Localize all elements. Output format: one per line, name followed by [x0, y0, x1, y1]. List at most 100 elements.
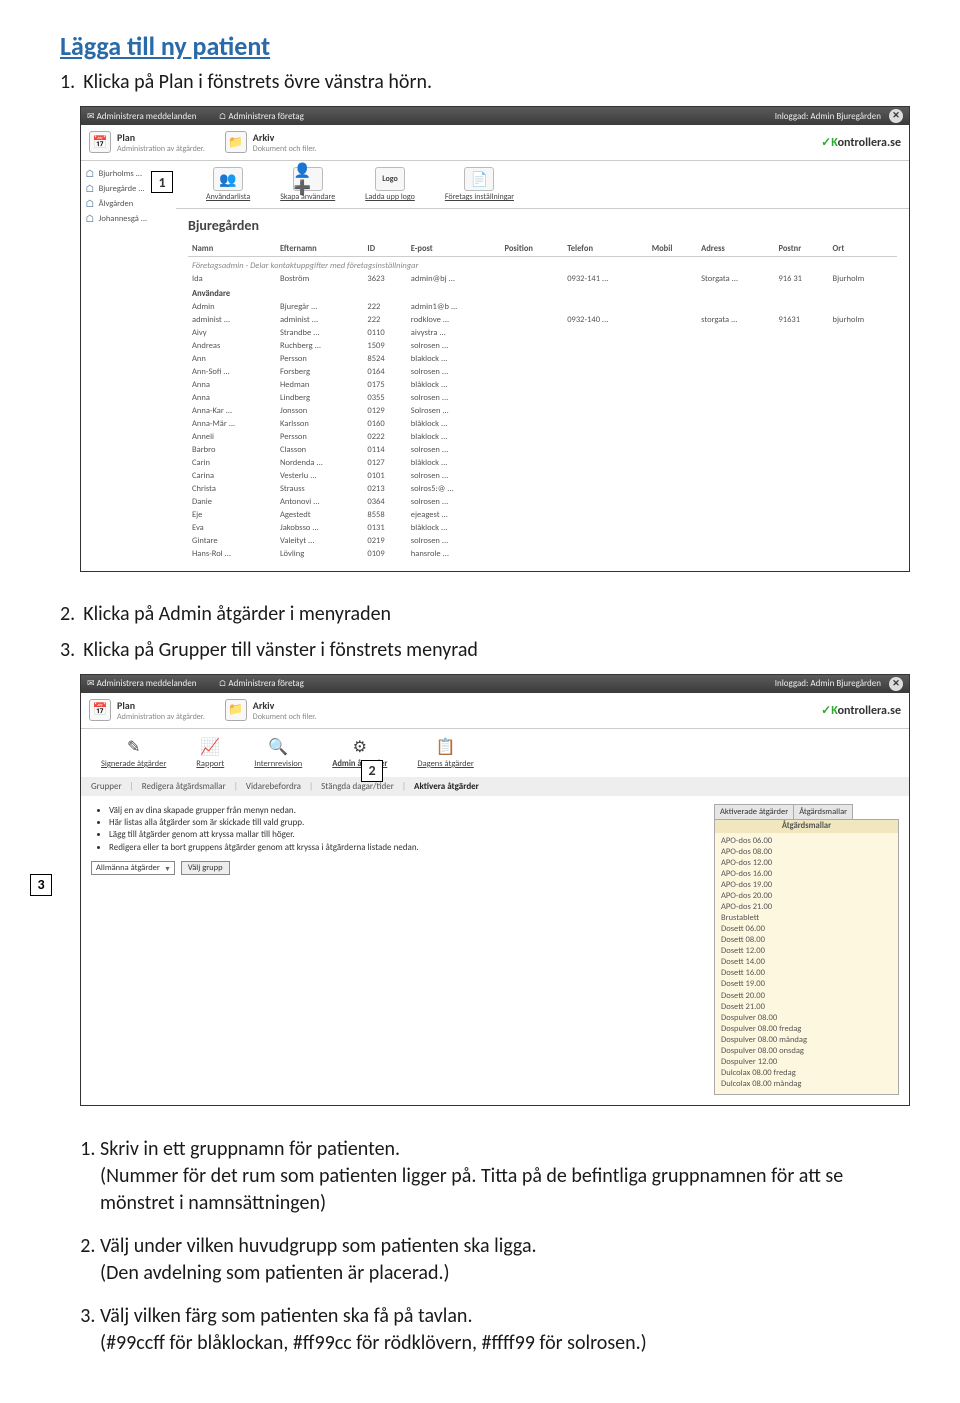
mall-item[interactable]: Dosett 21.00 — [721, 1002, 892, 1013]
mall-item[interactable]: Dulcolax 08.00 fredag — [721, 1068, 892, 1079]
col-header: ID — [363, 242, 406, 257]
mall-item[interactable]: APO-dos 16.00 — [721, 869, 892, 880]
sidebar-item[interactable]: ⌂Älvgården — [85, 197, 172, 210]
table-row[interactable]: CarinaVesterlu ...0101solrosen ... — [188, 470, 897, 483]
col-header: Mobil — [648, 242, 697, 257]
mall-item[interactable]: Dosett 19.00 — [721, 979, 892, 990]
topbar-logged-in: Inloggad: Admin Bjuregården — [775, 678, 881, 689]
mall-item[interactable]: Dospulver 12.00 — [721, 1057, 892, 1068]
internrevision-button[interactable]: 🔍Internrevision — [254, 737, 302, 769]
arkiv-label: Arkiv — [253, 699, 317, 712]
gear-icon: ⚙ — [353, 737, 367, 757]
mall-item[interactable]: Dospulver 08.00 onsdag — [721, 1046, 892, 1057]
table-row[interactable]: DanieAntonovi ...0364solrosen ... — [188, 496, 897, 509]
table-row[interactable]: AnnPersson8524blaklock ... — [188, 353, 897, 366]
lower-step-1: Skriv in ett gruppnamn för patienten. (N… — [100, 1136, 910, 1217]
anvandarlista-button[interactable]: 👥 Användarlista — [206, 167, 250, 202]
mall-item[interactable]: APO-dos 19.00 — [721, 880, 892, 891]
table-row[interactable]: Hans-Rol ...Lövling0109hansrole ... — [188, 548, 897, 561]
mall-item[interactable]: APO-dos 12.00 — [721, 858, 892, 869]
tab-stangda[interactable]: Stängda dagar/tider — [321, 781, 394, 792]
table-row[interactable]: ChristaStrauss0213solros5:@ ... — [188, 483, 897, 496]
mall-item[interactable]: Brustablett — [721, 913, 892, 924]
mall-item[interactable]: Dosett 06.00 — [721, 924, 892, 935]
table-row[interactable]: AnnaHedman0175blåklock ... — [188, 379, 897, 392]
sidebar-item[interactable]: ⌂Johannesgå ... — [85, 212, 172, 225]
ss2-main-toolbar: ✎Signerade åtgärder 📈Rapport 🔍Internrevi… — [81, 729, 909, 777]
mall-item[interactable]: APO-dos 06.00 — [721, 836, 892, 847]
mall-item[interactable]: APO-dos 08.00 — [721, 847, 892, 858]
topbar-admin-co[interactable]: ⌂ Administrera företag — [218, 111, 313, 122]
panel-tab-aktiverade[interactable]: Aktiverade åtgärder — [714, 804, 794, 819]
mall-item[interactable]: Dosett 16.00 — [721, 968, 892, 979]
mall-item[interactable]: Dosett 20.00 — [721, 991, 892, 1002]
group-dropdown[interactable]: Allmänna åtgärder — [91, 861, 175, 875]
close-button[interactable]: ✕ — [889, 677, 903, 691]
instruction-bullet: Här listas alla åtgärder som är skickade… — [109, 817, 704, 828]
house-icon: ⌂ — [85, 167, 95, 180]
table-row[interactable]: Ann-Sofi ...Forsberg0164solrosen ... — [188, 366, 897, 379]
mall-item[interactable]: Dosett 12.00 — [721, 946, 892, 957]
topbar-admin-msg[interactable]: ✉ Administrera meddelanden — [87, 111, 206, 122]
table-row[interactable]: Anna-Mär ...Karlsson0160blåklock ... — [188, 418, 897, 431]
house-icon: ⌂ — [85, 197, 95, 210]
table-row[interactable]: AnneliPersson0222blaklock ... — [188, 431, 897, 444]
tab-grupper[interactable]: Grupper — [91, 781, 122, 792]
magnify-icon: 🔍 — [268, 737, 288, 757]
tab-aktivera[interactable]: Aktivera åtgärder — [414, 781, 479, 792]
table-row[interactable]: EjeAgestedt8558ejeagest ... — [188, 509, 897, 522]
table-row[interactable]: CarinNordenda ...0127blåklock ... — [188, 457, 897, 470]
topbar-admin-msg[interactable]: ✉ Administrera meddelanden — [87, 678, 206, 689]
mall-item[interactable]: Dospulver 08.00 fredag — [721, 1024, 892, 1035]
pen-icon: ✎ — [127, 737, 140, 757]
signerade-button[interactable]: ✎Signerade åtgärder — [101, 737, 166, 769]
topbar-admin-co[interactable]: ⌂ Administrera företag — [218, 678, 313, 689]
table-row[interactable]: AndreasRuchberg ...1509solrosen ... — [188, 340, 897, 353]
plan-button[interactable]: 📅 Plan Administration av åtgärder. — [89, 699, 205, 722]
valj-grupp-button[interactable]: Välj grupp — [181, 861, 230, 875]
screenshot-2: 2 ✉ Administrera meddelanden ⌂ Administr… — [80, 674, 910, 1106]
app-topbar: ✉ Administrera meddelanden ⌂ Administrer… — [81, 675, 909, 693]
instruction-1-text: Klicka på Plan i fönstrets övre vänstra … — [83, 70, 432, 94]
col-header: Namn — [188, 242, 276, 257]
mall-item[interactable]: Dulcolax 08.00 måndag — [721, 1079, 892, 1090]
table-row[interactable]: administ ...administ ...222rodklove ...0… — [188, 314, 897, 327]
ss2-instructions: Välj en av dina skapade grupper från men… — [91, 804, 704, 1095]
table-row[interactable]: Anna-Kar ...Jonsson0129Solrosen ... — [188, 405, 897, 418]
table-row[interactable]: AivyStrandbe ...0110aivystra ... — [188, 327, 897, 340]
tab-vidare[interactable]: Vidarebefordra — [246, 781, 301, 792]
mall-item[interactable]: APO-dos 20.00 — [721, 891, 892, 902]
mall-item[interactable]: Dospulver 08.00 måndag — [721, 1035, 892, 1046]
instruction-1: 1.Klicka på Plan i fönstrets övre vänstr… — [60, 70, 910, 94]
panel-tab-mallar[interactable]: Åtgärdsmallar — [794, 804, 853, 819]
col-header: Position — [500, 242, 563, 257]
instruction-3: 3.Klicka på Grupper till vänster i fönst… — [60, 638, 910, 662]
table-row[interactable]: IdaBoström3623admin@bj ...0932-141 ...St… — [188, 272, 897, 285]
table-row[interactable]: AdminBjuregår ...222admin1@b ... — [188, 301, 897, 314]
table-row[interactable]: EvaJakobsso ...0131blåklock ... — [188, 522, 897, 535]
section-title: Bjuregården — [176, 209, 909, 242]
dagens-atgarder-button[interactable]: 📋Dagens åtgärder — [417, 737, 473, 769]
mall-item[interactable]: Dosett 14.00 — [721, 957, 892, 968]
col-header: Ort — [829, 242, 897, 257]
table-row[interactable]: GintareValeityt ...0219solrosen ... — [188, 535, 897, 548]
arkiv-button[interactable]: 📁 Arkiv Dokument och filer. — [225, 699, 317, 722]
house-icon: ⌂ — [85, 182, 95, 195]
col-header: Telefon — [563, 242, 647, 257]
ladda-upp-logo-button[interactable]: Logo Ladda upp logo — [365, 167, 415, 202]
arkiv-button[interactable]: 📁 Arkiv Dokument och filer. — [225, 131, 317, 154]
mall-item[interactable]: Dospulver 08.00 — [721, 1013, 892, 1024]
mall-item[interactable]: APO-dos 21.00 — [721, 902, 892, 913]
col-header: Adress — [697, 242, 774, 257]
rapport-button[interactable]: 📈Rapport — [196, 737, 224, 769]
plan-button[interactable]: 📅 Plan Administration av åtgärder. — [89, 131, 205, 154]
tab-mallar[interactable]: Redigera åtgärdsmallar — [142, 781, 226, 792]
table-row[interactable]: AnnaLindberg0355solrosen ... — [188, 392, 897, 405]
mall-item[interactable]: Dosett 08.00 — [721, 935, 892, 946]
archive-icon: 📁 — [225, 699, 247, 721]
close-button[interactable]: ✕ — [889, 109, 903, 123]
plan-sub: Administration av åtgärder. — [117, 144, 205, 154]
foretags-installningar-button[interactable]: 📄 Företags inställningar — [445, 167, 514, 202]
table-row[interactable]: BarbroClasson0114solrosen ... — [188, 444, 897, 457]
skapa-anvandare-button[interactable]: 👤➕ Skapa användare — [280, 167, 335, 202]
